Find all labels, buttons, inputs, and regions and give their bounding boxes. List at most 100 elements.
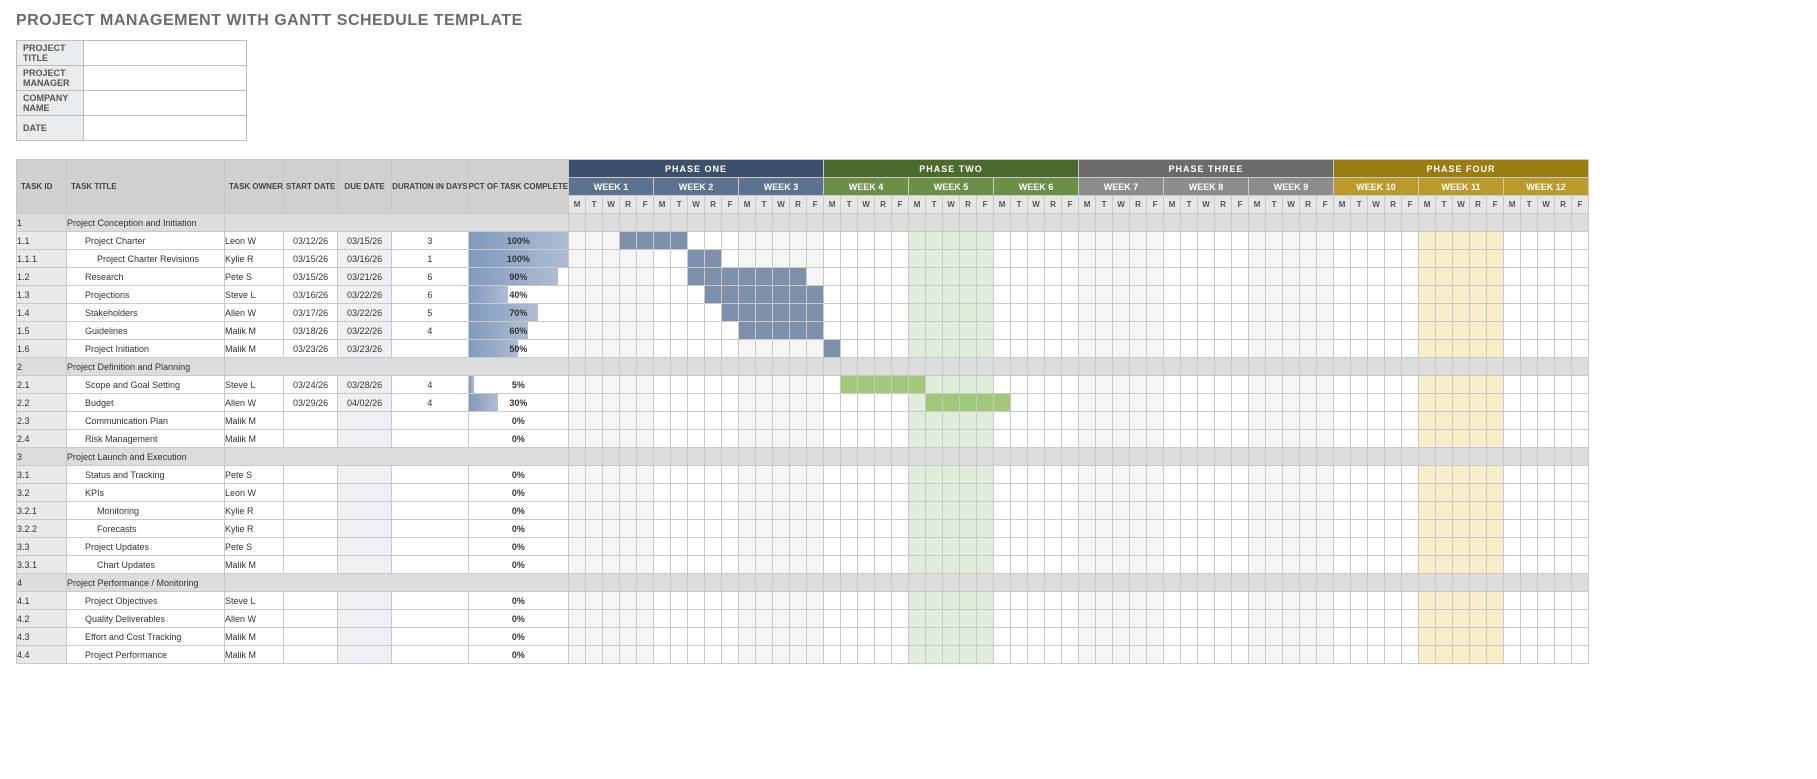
task-title[interactable]: Chart Updates xyxy=(67,556,225,574)
gantt-cell[interactable] xyxy=(756,592,773,610)
gantt-cell[interactable] xyxy=(739,250,756,268)
task-start[interactable]: 03/24/26 xyxy=(284,376,338,394)
gantt-cell[interactable] xyxy=(1487,484,1504,502)
gantt-cell[interactable] xyxy=(620,394,637,412)
task-owner[interactable]: Allen W xyxy=(225,394,284,412)
gantt-cell[interactable] xyxy=(1436,268,1453,286)
task-title[interactable]: Project Performance xyxy=(67,646,225,664)
gantt-cell[interactable] xyxy=(1538,538,1555,556)
gantt-cell[interactable] xyxy=(756,394,773,412)
gantt-cell[interactable] xyxy=(620,286,637,304)
gantt-cell[interactable] xyxy=(1164,592,1181,610)
gantt-cell[interactable] xyxy=(1283,520,1300,538)
task-title[interactable]: Status and Tracking xyxy=(67,466,225,484)
gantt-cell[interactable] xyxy=(1402,304,1419,322)
gantt-cell[interactable] xyxy=(960,412,977,430)
gantt-cell[interactable] xyxy=(620,520,637,538)
gantt-cell[interactable] xyxy=(654,286,671,304)
gantt-cell[interactable] xyxy=(1504,466,1521,484)
gantt-cell[interactable] xyxy=(926,340,943,358)
gantt-cell[interactable] xyxy=(1453,502,1470,520)
gantt-cell[interactable] xyxy=(1555,628,1572,646)
gantt-cell[interactable] xyxy=(1045,250,1062,268)
gantt-cell[interactable] xyxy=(637,484,654,502)
gantt-cell[interactable] xyxy=(1181,430,1198,448)
gantt-cell[interactable] xyxy=(705,610,722,628)
gantt-cell[interactable] xyxy=(1266,268,1283,286)
task-due[interactable] xyxy=(338,556,392,574)
gantt-cell[interactable] xyxy=(1028,592,1045,610)
gantt-cell[interactable] xyxy=(807,394,824,412)
gantt-cell[interactable] xyxy=(1572,394,1589,412)
gantt-cell[interactable] xyxy=(705,304,722,322)
gantt-cell[interactable] xyxy=(1232,646,1249,664)
gantt-cell[interactable] xyxy=(1079,412,1096,430)
gantt-cell[interactable] xyxy=(586,250,603,268)
gantt-cell[interactable] xyxy=(1266,592,1283,610)
gantt-cell[interactable] xyxy=(994,646,1011,664)
gantt-cell[interactable] xyxy=(1385,610,1402,628)
gantt-cell[interactable] xyxy=(756,430,773,448)
gantt-cell[interactable] xyxy=(705,268,722,286)
gantt-cell[interactable] xyxy=(858,520,875,538)
gantt-cell[interactable] xyxy=(773,232,790,250)
gantt-cell[interactable] xyxy=(1283,430,1300,448)
gantt-cell[interactable] xyxy=(603,556,620,574)
gantt-cell[interactable] xyxy=(569,286,586,304)
gantt-cell[interactable] xyxy=(603,250,620,268)
gantt-cell[interactable] xyxy=(1555,286,1572,304)
gantt-cell[interactable] xyxy=(1334,232,1351,250)
gantt-cell[interactable] xyxy=(756,340,773,358)
gantt-cell[interactable] xyxy=(909,250,926,268)
gantt-cell[interactable] xyxy=(790,304,807,322)
gantt-cell[interactable] xyxy=(620,322,637,340)
gantt-cell[interactable] xyxy=(1402,556,1419,574)
gantt-cell[interactable] xyxy=(1096,430,1113,448)
gantt-cell[interactable] xyxy=(858,556,875,574)
gantt-cell[interactable] xyxy=(807,322,824,340)
gantt-cell[interactable] xyxy=(1470,646,1487,664)
gantt-cell[interactable] xyxy=(603,538,620,556)
gantt-cell[interactable] xyxy=(1181,322,1198,340)
gantt-cell[interactable] xyxy=(586,268,603,286)
gantt-cell[interactable] xyxy=(1113,394,1130,412)
gantt-cell[interactable] xyxy=(892,592,909,610)
task-pct[interactable]: 0% xyxy=(468,430,568,448)
gantt-cell[interactable] xyxy=(1096,250,1113,268)
task-due[interactable] xyxy=(338,538,392,556)
gantt-cell[interactable] xyxy=(824,376,841,394)
gantt-cell[interactable] xyxy=(1113,340,1130,358)
gantt-cell[interactable] xyxy=(977,556,994,574)
gantt-cell[interactable] xyxy=(705,502,722,520)
gantt-cell[interactable] xyxy=(1538,466,1555,484)
gantt-cell[interactable] xyxy=(773,466,790,484)
gantt-cell[interactable] xyxy=(586,340,603,358)
gantt-cell[interactable] xyxy=(790,286,807,304)
gantt-cell[interactable] xyxy=(671,538,688,556)
gantt-cell[interactable] xyxy=(739,268,756,286)
gantt-cell[interactable] xyxy=(841,250,858,268)
gantt-cell[interactable] xyxy=(1521,376,1538,394)
gantt-cell[interactable] xyxy=(637,592,654,610)
gantt-cell[interactable] xyxy=(654,628,671,646)
gantt-cell[interactable] xyxy=(1062,502,1079,520)
gantt-cell[interactable] xyxy=(1436,538,1453,556)
gantt-cell[interactable] xyxy=(790,502,807,520)
gantt-cell[interactable] xyxy=(977,520,994,538)
gantt-cell[interactable] xyxy=(654,592,671,610)
gantt-cell[interactable] xyxy=(1300,304,1317,322)
gantt-cell[interactable] xyxy=(960,484,977,502)
gantt-cell[interactable] xyxy=(722,610,739,628)
gantt-cell[interactable] xyxy=(688,520,705,538)
gantt-cell[interactable] xyxy=(926,646,943,664)
gantt-cell[interactable] xyxy=(790,340,807,358)
task-pct[interactable]: 0% xyxy=(468,466,568,484)
gantt-cell[interactable] xyxy=(1402,394,1419,412)
gantt-cell[interactable] xyxy=(586,232,603,250)
task-pct[interactable]: 60% xyxy=(468,322,568,340)
gantt-cell[interactable] xyxy=(1062,592,1079,610)
gantt-cell[interactable] xyxy=(1504,502,1521,520)
gantt-cell[interactable] xyxy=(1436,394,1453,412)
gantt-cell[interactable] xyxy=(1572,304,1589,322)
gantt-cell[interactable] xyxy=(1249,484,1266,502)
